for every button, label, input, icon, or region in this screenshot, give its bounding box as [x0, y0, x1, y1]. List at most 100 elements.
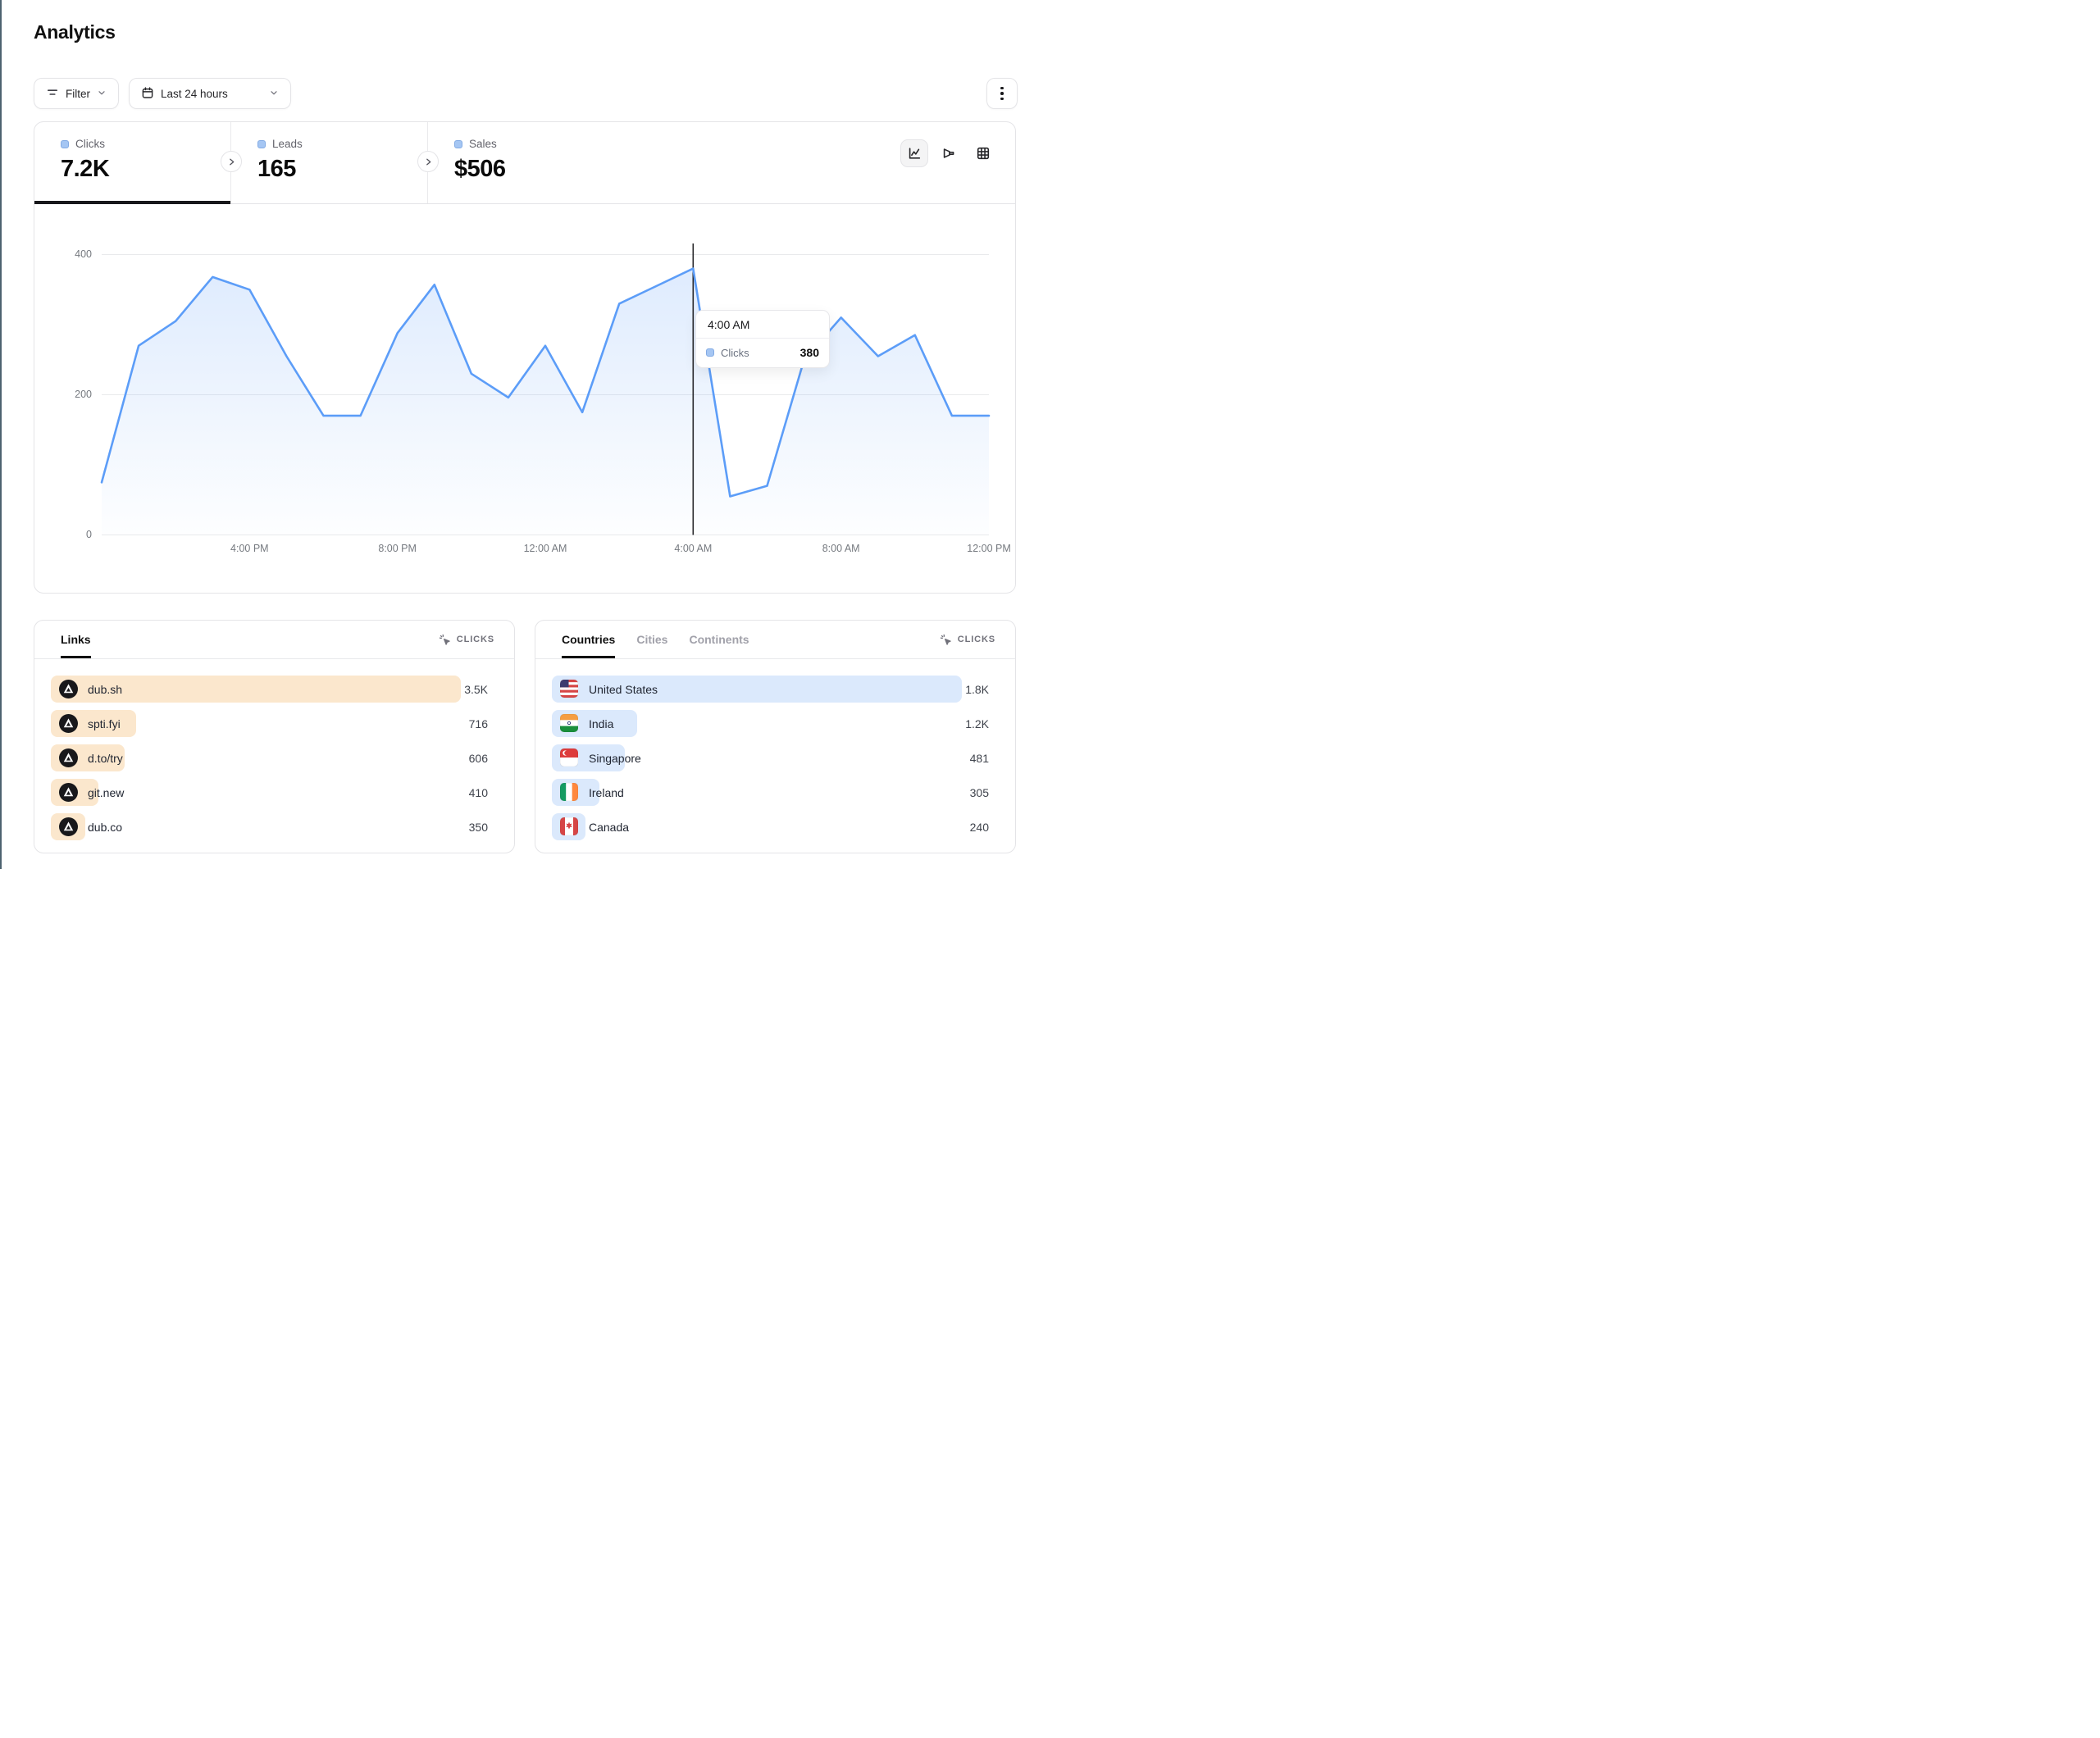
chevron-right-icon	[424, 157, 433, 166]
stat-label: Clicks	[75, 138, 105, 150]
flag-ie-icon	[560, 783, 578, 801]
geo-metric-label: CLICKS	[958, 635, 995, 644]
link-name: dub.sh	[88, 683, 122, 696]
chart-type-toggles	[900, 139, 997, 167]
cursor-click-icon	[439, 634, 451, 646]
link-avatar	[59, 783, 78, 802]
stats-tab-bar: Clicks 7.2K Leads 165 Sales $506	[34, 122, 1015, 204]
geo-panel: Countries Cities Continents CLICKS Unite…	[535, 620, 1016, 853]
geo-panel-header: Countries Cities Continents CLICKS	[535, 621, 1015, 659]
filter-icon	[46, 86, 59, 102]
line-chart-icon	[907, 146, 922, 161]
links-panel: Links CLICKS dub.sh 3.5K spti.fyi 716 d.to…	[34, 620, 515, 853]
expand-leads-button[interactable]	[417, 151, 439, 172]
country-row[interactable]: India1.2K	[552, 710, 989, 737]
y-tick-label: 200	[34, 389, 92, 400]
dub-logo-icon	[59, 783, 78, 802]
x-tick-label: 8:00 PM	[378, 543, 417, 554]
country-flag	[560, 714, 579, 733]
funnel-chart-toggle[interactable]	[935, 139, 963, 167]
clicks-value: 7.2K	[61, 156, 230, 183]
clicks-count: 240	[970, 821, 989, 834]
y-tick-label: 0	[34, 529, 92, 540]
geo-metric-selector[interactable]: CLICKS	[940, 621, 995, 658]
link-name: spti.fyi	[88, 717, 121, 730]
filter-button[interactable]: Filter	[34, 78, 119, 109]
kebab-menu-icon	[1000, 87, 1004, 101]
dub-logo-icon	[59, 680, 78, 698]
date-range-label: Last 24 hours	[161, 88, 262, 100]
funnel-chart-icon	[941, 146, 956, 161]
country-row[interactable]: United States1.8K	[552, 676, 989, 703]
stat-label: Leads	[272, 138, 303, 150]
tab-sales[interactable]: Sales $506	[428, 122, 625, 203]
clicks-indicator-icon	[61, 140, 69, 148]
chevron-right-icon	[227, 157, 236, 166]
stat-label: Sales	[469, 138, 497, 150]
sales-indicator-icon	[454, 140, 462, 148]
tooltip-series-value: 380	[800, 346, 819, 359]
tab-leads[interactable]: Leads 165	[231, 122, 428, 203]
country-row[interactable]: Singapore481	[552, 744, 989, 771]
date-range-button[interactable]: Last 24 hours	[129, 78, 291, 109]
link-avatar	[59, 817, 78, 836]
analytics-card: Clicks 7.2K Leads 165 Sales $506	[34, 121, 1016, 594]
page-title: Analytics	[34, 21, 116, 43]
table-grid-icon	[976, 146, 991, 161]
link-row[interactable]: spti.fyi 716	[51, 710, 488, 737]
table-view-toggle[interactable]	[969, 139, 997, 167]
link-row[interactable]: dub.co 350	[51, 813, 488, 840]
country-flag	[560, 817, 579, 836]
links-list: dub.sh 3.5K spti.fyi 716 d.to/try606 git.n…	[34, 659, 514, 840]
country-name: Singapore	[589, 752, 641, 765]
link-row[interactable]: git.new410	[51, 779, 488, 806]
cursor-click-icon	[940, 634, 952, 646]
country-name: India	[589, 717, 613, 730]
country-flag	[560, 783, 579, 802]
link-row[interactable]: d.to/try606	[51, 744, 488, 771]
x-tick-label: 12:00 AM	[524, 543, 567, 554]
tab-clicks[interactable]: Clicks 7.2K	[34, 122, 231, 203]
x-tick-label: 4:00 PM	[230, 543, 269, 554]
link-avatar	[59, 714, 78, 733]
clicks-count: 3.5K	[464, 683, 488, 696]
flag-ca-icon	[560, 817, 578, 835]
link-name: git.new	[88, 786, 124, 799]
dub-logo-icon	[59, 748, 78, 767]
country-flag	[560, 680, 579, 698]
link-name: d.to/try	[88, 752, 123, 765]
tab-countries[interactable]: Countries	[562, 621, 615, 658]
clicks-chart[interactable]: 0200400 4:00 PM8:00 PM12:00 AM4:00 AM8:0…	[34, 204, 1015, 594]
country-name: Ireland	[589, 786, 624, 799]
links-metric-selector[interactable]: CLICKS	[439, 621, 494, 658]
expand-clicks-button[interactable]	[221, 151, 242, 172]
sales-value: $506	[454, 156, 625, 183]
link-row[interactable]: dub.sh 3.5K	[51, 676, 488, 703]
more-options-button[interactable]	[986, 78, 1018, 109]
tooltip-series-label: Clicks	[721, 347, 749, 359]
dub-logo-icon	[59, 714, 78, 733]
tab-links[interactable]: Links	[61, 621, 91, 658]
country-row[interactable]: Canada240	[552, 813, 989, 840]
country-row[interactable]: Ireland 305	[552, 779, 989, 806]
clicks-count: 1.8K	[965, 683, 989, 696]
y-tick-label: 400	[34, 248, 92, 260]
flag-in-icon	[560, 714, 578, 732]
link-avatar	[59, 680, 78, 698]
country-flag	[560, 748, 579, 767]
tab-cities[interactable]: Cities	[636, 621, 667, 658]
tab-continents[interactable]: Continents	[689, 621, 749, 658]
clicks-count: 305	[970, 786, 989, 799]
filter-button-label: Filter	[66, 88, 90, 100]
chevron-down-icon	[269, 88, 279, 100]
chart-tooltip: 4:00 AM Clicks 380	[695, 310, 830, 368]
clicks-count: 716	[469, 717, 488, 730]
area-fill	[102, 269, 989, 535]
countries-list: United States1.8K India1.2K Singapore481…	[535, 659, 1015, 840]
line-chart-toggle[interactable]	[900, 139, 928, 167]
leads-value: 165	[257, 156, 427, 183]
clicks-count: 350	[469, 821, 488, 834]
link-name: dub.co	[88, 821, 122, 834]
tooltip-time: 4:00 AM	[696, 311, 829, 339]
calendar-icon	[141, 86, 154, 102]
